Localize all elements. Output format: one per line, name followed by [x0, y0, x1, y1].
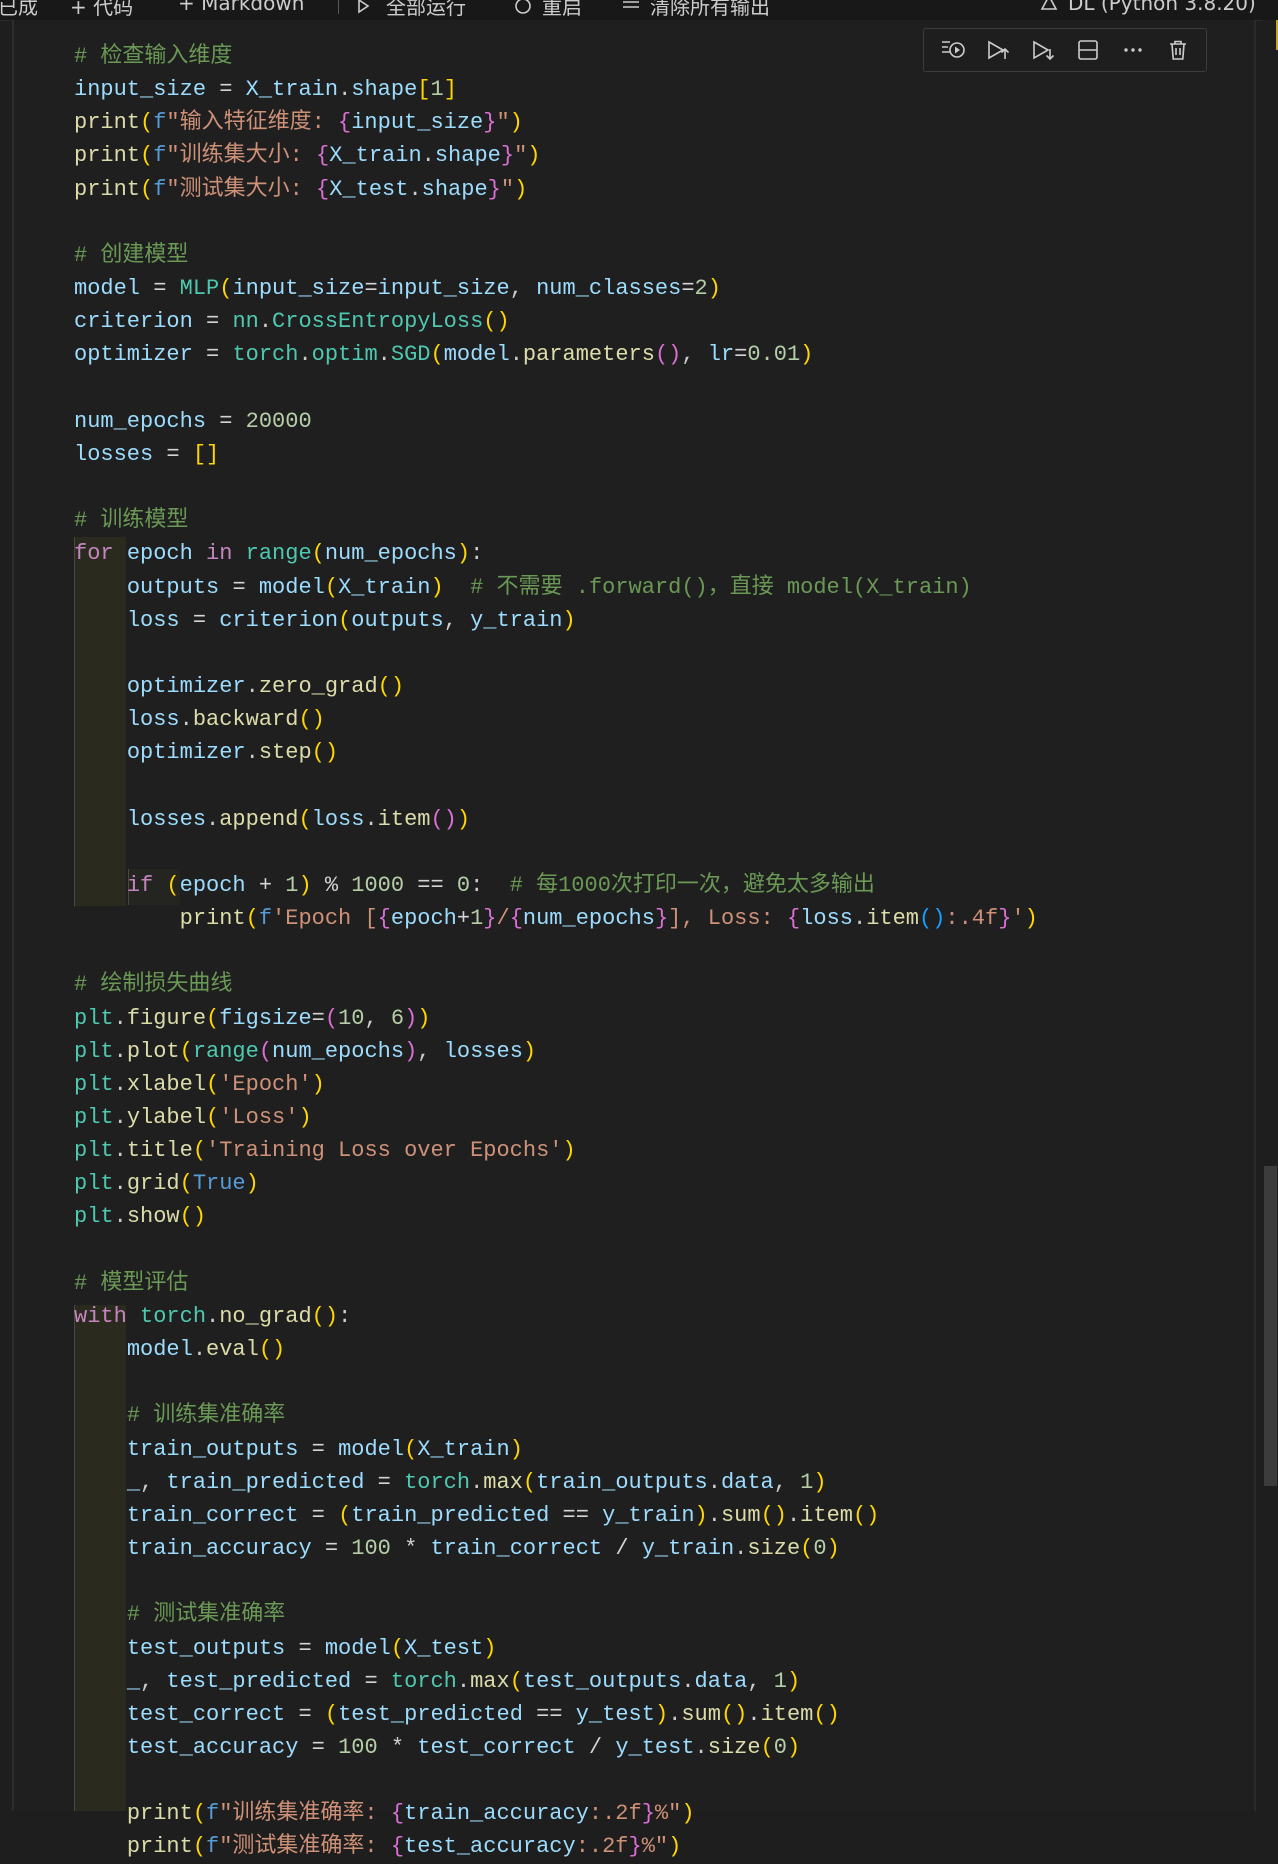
code-line: loss.backward() [126, 707, 325, 733]
code-line: train_outputs = model(X_train) [126, 1436, 523, 1462]
toolbar-item-generate[interactable]: 已成 [0, 0, 38, 20]
code-line: plt.title('Training Loss over Epochs') [74, 1138, 576, 1164]
code-line: # 检查输入维度 [74, 44, 233, 69]
scrollbar-track[interactable] [1262, 20, 1278, 1811]
code-line: print(f"训练集大小: {X_train.shape}") [74, 143, 541, 169]
code-line: losses = [] [74, 441, 220, 467]
restart-button[interactable]: 重启 [512, 0, 582, 20]
kernel-picker[interactable]: DL (Python 3.8.20) [1038, 0, 1256, 15]
scrollbar-thumb[interactable] [1264, 1166, 1277, 1486]
code-line: plt.show() [74, 1204, 207, 1230]
split-cell-icon [1077, 40, 1098, 60]
code-line: test_accuracy = 100 * test_correct / y_t… [126, 1734, 801, 1760]
add-code-cell-button[interactable]: + 代码 [70, 0, 133, 20]
code-line: plt.figure(figsize=(10, 6)) [74, 1005, 431, 1031]
code-line: for epoch in range(num_epochs): [74, 541, 484, 567]
code-line: plt.xlabel('Epoch') [74, 1071, 325, 1097]
code-line: with torch.no_grad(): [74, 1303, 352, 1329]
code-line: # 训练模型 [74, 508, 189, 534]
delete-cell-button[interactable] [1161, 33, 1195, 67]
code-line: losses.append(loss.item()) [126, 806, 471, 832]
code-line: optimizer.zero_grad() [126, 673, 405, 699]
code-line: test_correct = (test_predicted == y_test… [126, 1701, 840, 1727]
code-line: # 绘制损失曲线 [74, 972, 233, 998]
cell-toolbar [923, 28, 1207, 72]
comment-train-accuracy: # 训练集准确率 [126, 1403, 286, 1429]
code-line: input_size = X_train.shape[1] [74, 77, 457, 103]
run-by-line-icon [941, 41, 965, 58]
code-line: print(f"测试集大小: {X_test.shape}") [74, 176, 528, 202]
clear-outputs-icon [623, 0, 639, 8]
run-all-icon [358, 0, 370, 13]
code-line: # 模型评估 [74, 1270, 189, 1296]
code-line: # 测试集准确率 [74, 1602, 285, 1627]
code-line: model.eval() [126, 1337, 286, 1363]
editor-right-edge [1254, 20, 1256, 1811]
run-all-button[interactable]: 全部运行 [356, 0, 466, 20]
code-line: outputs = model(X_train) # 不需要 .forward(… [126, 574, 972, 600]
code-line: print(f"测试集准确率: {test_accuracy:.2f}%") [126, 1834, 682, 1860]
ellipsis-icon [1123, 48, 1142, 52]
toolbar-separator [338, 0, 339, 14]
kernel-icon [1040, 0, 1058, 10]
code-line: train_correct = (train_predicted == y_tr… [126, 1502, 880, 1528]
code-line: if (epoch + 1) % 1000 == 0: # 每1000次打印一次… [126, 872, 875, 898]
code-line: # 训练集准确率 [74, 1403, 285, 1428]
notebook-toolbar: 已成 + 代码 + Markdown 全部运行 重启 清除所有输出 DL (Py… [0, 0, 1278, 21]
code-line: criterion = nn.CrossEntropyLoss() [74, 309, 510, 335]
execute-above-button[interactable] [981, 33, 1015, 67]
code-line: plt.ylabel('Loss') [74, 1105, 312, 1130]
code-line: loss = criterion(outputs, y_train) [126, 607, 576, 633]
execute-below-button[interactable] [1026, 33, 1060, 67]
code-line: plt.grid(True) [74, 1171, 259, 1197]
code-line: print(f'Epoch [{epoch+1}/{num_epochs}], … [179, 906, 1038, 932]
code-line: num_epochs = 20000 [74, 408, 312, 434]
code-line: model = MLP(input_size=input_size, num_c… [74, 276, 721, 302]
code-line: _, train_predicted = torch.max(train_out… [126, 1469, 827, 1495]
code-line: _, test_predicted = torch.max(test_outpu… [126, 1668, 801, 1694]
run-by-line-button[interactable] [936, 33, 970, 67]
code-line: optimizer.step() [126, 740, 339, 766]
execute-above-icon [987, 40, 1009, 60]
restart-icon [515, 0, 531, 14]
more-actions-button[interactable] [1116, 33, 1150, 67]
code-line: optimizer = torch.optim.SGD(model.parame… [74, 342, 814, 368]
execute-below-icon [1032, 40, 1054, 61]
code-editor[interactable]: # 检查输入维度 input_size = X_train.shape[1] p… [74, 40, 1038, 1864]
code-line: plt.plot(range(num_epochs), losses) [74, 1038, 537, 1064]
add-markdown-cell-button[interactable]: + Markdown [178, 0, 304, 15]
trash-icon [1169, 40, 1186, 60]
code-line: print(f"输入特征维度: {input_size}") [74, 110, 523, 136]
code-line: print(f"训练集准确率: {train_accuracy:.2f}%") [126, 1801, 695, 1827]
clear-all-outputs-button[interactable]: 清除所有输出 [620, 0, 770, 20]
code-line: train_accuracy = 100 * train_correct / y… [126, 1536, 840, 1562]
split-cell-button[interactable] [1071, 33, 1105, 67]
comment-test-accuracy: # 测试集准确率 [126, 1602, 286, 1628]
code-line: # 创建模型 [74, 242, 189, 268]
code-line: test_outputs = model(X_test) [126, 1635, 497, 1661]
